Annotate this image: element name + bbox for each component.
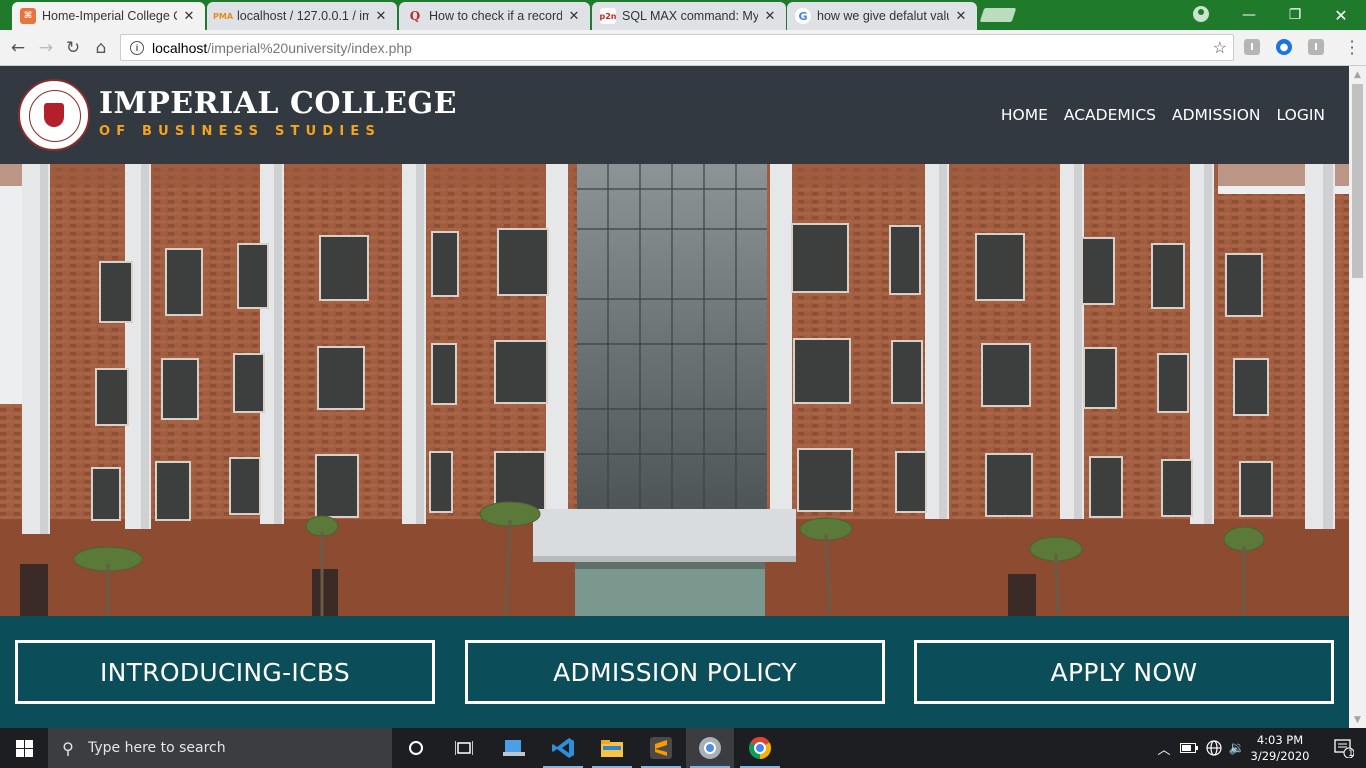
extension-icon[interactable]: I bbox=[1308, 39, 1324, 55]
vscode-icon[interactable] bbox=[539, 728, 587, 768]
page-scrollbar[interactable]: ▲ ▼ bbox=[1349, 66, 1366, 728]
taskbar-clock[interactable]: 4:03 PM 3/29/2020 bbox=[1246, 732, 1314, 764]
url-path: /imperial%20university/index.php bbox=[207, 39, 412, 56]
close-icon[interactable]: ✕ bbox=[762, 9, 778, 24]
forward-arrow-icon[interactable]: → bbox=[34, 36, 58, 60]
network-globe-icon[interactable] bbox=[1203, 728, 1225, 768]
reload-icon[interactable]: ↻ bbox=[61, 36, 85, 60]
tab-google-search[interactable]: G how we give defalut valu ✕ bbox=[787, 2, 977, 30]
quora-favicon-icon: Q bbox=[409, 9, 421, 23]
site-header: IMPERIAL COLLEGE OF BUSINESS STUDIES HOM… bbox=[0, 66, 1349, 164]
scroll-up-arrow-icon[interactable]: ▲ bbox=[1349, 66, 1366, 83]
site-favicon-icon: ⌘ bbox=[20, 8, 36, 24]
file-explorer-icon[interactable] bbox=[588, 728, 636, 768]
windows-taskbar: ⚲ Type here to search ︿ 🔉 4:03 PM 3/29/2… bbox=[0, 728, 1366, 768]
sublime-text-icon[interactable] bbox=[637, 728, 685, 768]
profile-icon[interactable] bbox=[1193, 6, 1209, 22]
google-favicon-icon: G bbox=[795, 8, 811, 24]
new-tab-button[interactable] bbox=[979, 8, 1017, 22]
tab-phpmyadmin[interactable]: PMA localhost / 127.0.0.1 / im ✕ bbox=[207, 2, 397, 30]
search-icon: ⚲ bbox=[62, 738, 74, 758]
college-seal-logo[interactable] bbox=[18, 79, 90, 151]
taskbar-search-box[interactable]: ⚲ Type here to search bbox=[48, 728, 392, 768]
nav-login[interactable]: LOGIN bbox=[1277, 106, 1325, 124]
close-icon[interactable]: ✕ bbox=[953, 9, 969, 24]
browser-toolbar: ← → ↻ ⌂ i localhost/imperial%20universit… bbox=[0, 30, 1366, 66]
close-icon[interactable]: ✕ bbox=[181, 9, 197, 24]
taskbar-search-placeholder: Type here to search bbox=[88, 740, 226, 756]
home-icon[interactable]: ⌂ bbox=[89, 36, 113, 60]
action-center-icon[interactable]: 1 bbox=[1322, 728, 1366, 768]
scroll-down-arrow-icon[interactable]: ▼ bbox=[1349, 711, 1366, 728]
tab-quora[interactable]: Q How to check if a record ✕ bbox=[399, 2, 590, 30]
tab-title: SQL MAX command: My bbox=[622, 9, 758, 23]
tab-title: how we give defalut valu bbox=[817, 9, 949, 23]
windows-start-icon[interactable] bbox=[0, 728, 48, 768]
restore-icon[interactable]: ❐ bbox=[1272, 0, 1318, 30]
campus-building-hero-image bbox=[0, 164, 1349, 616]
volume-icon[interactable]: 🔉 bbox=[1227, 728, 1247, 768]
tab-title: How to check if a record bbox=[429, 9, 562, 23]
back-arrow-icon[interactable]: ← bbox=[6, 36, 30, 60]
menu-kebab-icon[interactable]: · · · bbox=[1344, 34, 1360, 62]
bookmark-star-icon[interactable]: ☆ bbox=[1213, 38, 1227, 58]
clock-time: 4:03 PM bbox=[1256, 733, 1304, 747]
browser-tab-strip: ⌘ Home-Imperial College O ✕ PMA localhos… bbox=[0, 0, 1366, 30]
plus2net-favicon-icon: p2n bbox=[600, 8, 617, 24]
admission-policy-button[interactable]: ADMISSION POLICY bbox=[465, 640, 885, 704]
website-viewport: IMPERIAL COLLEGE OF BUSINESS STUDIES HOM… bbox=[0, 66, 1349, 728]
close-icon[interactable]: ✕ bbox=[373, 9, 389, 24]
scrollbar-thumb[interactable] bbox=[1352, 84, 1363, 278]
tab-title: localhost / 127.0.0.1 / im bbox=[237, 9, 369, 23]
close-window-icon[interactable]: ✕ bbox=[1318, 0, 1364, 30]
chrome-icon[interactable] bbox=[736, 728, 784, 768]
tab-title: Home-Imperial College O bbox=[42, 9, 177, 23]
feature-links-bar: INTRODUCING-ICBS ADMISSION POLICY APPLY … bbox=[0, 616, 1349, 728]
brand-name[interactable]: IMPERIAL COLLEGE bbox=[99, 86, 457, 121]
info-icon[interactable]: i bbox=[130, 40, 144, 55]
task-view-icon[interactable] bbox=[440, 728, 488, 768]
nav-academics[interactable]: ACADEMICS bbox=[1064, 106, 1156, 124]
notification-count: 1 bbox=[1348, 749, 1354, 759]
main-navigation: HOME ACADEMICS ADMISSION LOGIN bbox=[1001, 106, 1325, 124]
tray-expand-chevron-icon[interactable]: ︿ bbox=[1156, 728, 1172, 768]
phpmyadmin-favicon-icon: PMA bbox=[213, 11, 234, 21]
minimize-icon[interactable]: — bbox=[1226, 0, 1272, 30]
apply-now-button[interactable]: APPLY NOW bbox=[914, 640, 1334, 704]
tab-home-imperial-college[interactable]: ⌘ Home-Imperial College O ✕ bbox=[12, 2, 205, 30]
brand-tagline: OF BUSINESS STUDIES bbox=[99, 124, 382, 139]
battery-icon[interactable] bbox=[1178, 728, 1200, 768]
cortana-icon[interactable] bbox=[392, 728, 440, 768]
extension-search-icon[interactable]: ● bbox=[1276, 39, 1292, 55]
address-bar[interactable]: i localhost/imperial%20university/index.… bbox=[120, 34, 1234, 61]
desktop-app-icon[interactable] bbox=[490, 728, 538, 768]
extension-icon[interactable]: I bbox=[1244, 39, 1260, 55]
nav-admission[interactable]: ADMISSION bbox=[1172, 106, 1261, 124]
chrome-canary-icon[interactable] bbox=[686, 728, 734, 768]
clock-date: 3/29/2020 bbox=[1250, 749, 1310, 763]
url-host: localhost bbox=[152, 39, 208, 56]
close-icon[interactable]: ✕ bbox=[566, 9, 582, 24]
tab-plus2net[interactable]: p2n SQL MAX command: My ✕ bbox=[592, 2, 786, 30]
introducing-icbs-button[interactable]: INTRODUCING-ICBS bbox=[15, 640, 435, 704]
nav-home[interactable]: HOME bbox=[1001, 106, 1048, 124]
